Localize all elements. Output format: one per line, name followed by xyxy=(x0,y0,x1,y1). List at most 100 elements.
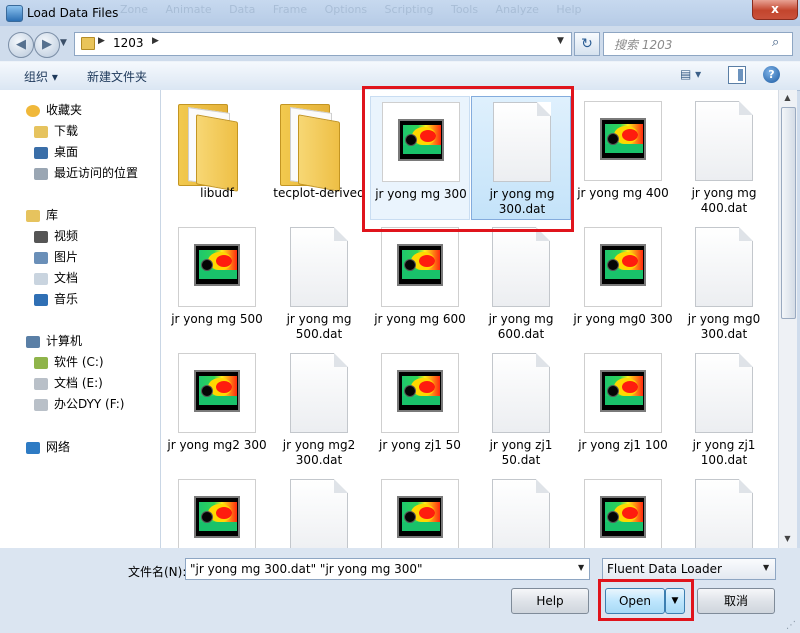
library-icon xyxy=(26,209,40,222)
contour-plot-thumbnail xyxy=(178,353,256,433)
highlight-open-button xyxy=(598,579,694,621)
change-view-button[interactable]: ▤ ▾ xyxy=(680,67,710,85)
search-icon[interactable]: ⌕ xyxy=(772,35,779,50)
refresh-button[interactable]: ↻ xyxy=(574,32,600,56)
forward-button[interactable]: ▶ xyxy=(34,32,60,58)
file-item[interactable] xyxy=(674,474,774,548)
cancel-button[interactable]: 取消 xyxy=(697,588,775,614)
file-item[interactable]: jr yong mg 400 xyxy=(573,96,673,220)
file-item[interactable]: jr yong zj1 50.dat xyxy=(471,348,571,472)
breadcrumb-current-folder[interactable]: 1203 xyxy=(113,36,144,50)
scroll-up-icon[interactable]: ▲ xyxy=(779,90,796,106)
file-item[interactable]: jr yong mg 400.dat xyxy=(674,96,774,220)
file-type-value[interactable]: Fluent Data Loader xyxy=(607,562,722,576)
scroll-thumb[interactable] xyxy=(781,107,796,319)
app-icon xyxy=(6,5,23,22)
scroll-down-icon[interactable]: ▼ xyxy=(779,531,796,547)
document-icon xyxy=(492,227,550,307)
organize-menu-button[interactable]: 组织 ▾ xyxy=(24,68,58,85)
filename-field[interactable]: "jr yong mg 300.dat" "jr yong mg 300" ▼ xyxy=(185,558,590,580)
sidebar-item-label: 软件 (C:) xyxy=(54,355,104,369)
sidebar-item-label: 视频 xyxy=(54,229,79,243)
sidebar-item[interactable]: 计算机 xyxy=(0,331,184,351)
download-folder-icon xyxy=(34,125,48,138)
sidebar-item[interactable]: 收藏夹 xyxy=(0,100,184,120)
file-name-label: libudf xyxy=(200,186,234,200)
document-icon xyxy=(290,353,348,433)
refresh-icon: ↻ xyxy=(581,36,593,52)
folder-item[interactable]: tecplot-derived xyxy=(269,96,369,220)
sidebar-item-label: 办公DYY (F:) xyxy=(54,397,125,411)
file-item[interactable]: jr yong mg 600.dat xyxy=(471,222,571,346)
sidebar-item-label: 桌面 xyxy=(54,145,79,159)
file-item[interactable]: jr yong mg0 300 xyxy=(573,222,673,346)
search-placeholder: 搜索 1203 xyxy=(614,38,673,52)
sidebar-item-label: 收藏夹 xyxy=(46,103,83,117)
music-icon xyxy=(34,293,48,306)
file-name-label: jr yong zj1 50.dat xyxy=(489,438,553,467)
background-menu-ghost: Zone Animate Data Frame Options Scriptin… xyxy=(120,3,582,16)
file-item[interactable]: jr yong mg2 300.dat xyxy=(269,348,369,472)
document-icon xyxy=(695,479,753,548)
file-name-label: jr yong mg0 300.dat xyxy=(687,312,761,341)
search-input[interactable]: 搜索 1203 ⌕ xyxy=(603,32,793,56)
file-item[interactable]: jr yong mg 500.dat xyxy=(269,222,369,346)
file-item[interactable] xyxy=(573,474,673,548)
file-name-label: jr yong mg 400 xyxy=(577,186,669,200)
sidebar-item[interactable]: 库 xyxy=(0,205,184,225)
back-arrow-icon: ◀ xyxy=(16,37,26,52)
back-button[interactable]: ◀ xyxy=(8,32,34,58)
breadcrumb-chevron-icon[interactable]: ▶ xyxy=(98,36,105,46)
address-dropdown-icon[interactable]: ▼ xyxy=(557,36,564,46)
star-icon xyxy=(26,104,40,117)
drive-c-icon xyxy=(34,356,48,369)
document-icon xyxy=(290,227,348,307)
help-button[interactable]: Help xyxy=(511,588,589,614)
filename-label: 文件名(N): xyxy=(128,565,187,579)
sidebar-item-label: 计算机 xyxy=(46,334,83,348)
new-folder-button[interactable]: 新建文件夹 xyxy=(87,68,147,85)
close-button[interactable]: x xyxy=(752,0,798,20)
sidebar-item-label: 下载 xyxy=(54,124,79,138)
contour-plot-thumbnail xyxy=(584,479,662,548)
recent-pages-dropdown-icon[interactable]: ▼ xyxy=(60,38,67,48)
file-item[interactable]: jr yong zj1 50 xyxy=(370,348,470,472)
help-icon[interactable]: ? xyxy=(763,66,780,83)
sidebar-item[interactable]: 网络 xyxy=(0,437,184,457)
file-type-dropdown-icon[interactable]: ▼ xyxy=(763,563,769,572)
sidebar-item-label: 文档 xyxy=(54,271,79,285)
contour-plot-thumbnail xyxy=(178,227,256,307)
title-bar[interactable]: Load Data Files Zone Animate Data Frame … xyxy=(0,0,800,26)
preview-pane-button[interactable] xyxy=(728,66,746,84)
sidebar-item-label: 文档 (E:) xyxy=(54,376,103,390)
sidebar-item-label: 图片 xyxy=(54,250,79,264)
file-name-label: jr yong zj1 100 xyxy=(578,438,668,452)
address-bar[interactable]: ▶ 1203 ▶ ▼ xyxy=(74,32,572,56)
file-item[interactable] xyxy=(370,474,470,548)
file-type-select[interactable]: Fluent Data Loader ▼ xyxy=(602,558,776,580)
filename-value[interactable]: "jr yong mg 300.dat" "jr yong mg 300" xyxy=(190,562,423,576)
file-item[interactable] xyxy=(471,474,571,548)
file-item[interactable]: jr yong zj1 100.dat xyxy=(674,348,774,472)
video-icon xyxy=(34,230,48,243)
sidebar-item-label: 音乐 xyxy=(54,292,79,306)
file-name-label: jr yong mg 400.dat xyxy=(691,186,757,215)
folder-item[interactable]: libudf xyxy=(167,96,267,220)
file-item[interactable]: jr yong zj1 100 xyxy=(573,348,673,472)
file-item[interactable]: jr yong mg2 300 xyxy=(167,348,267,472)
file-item[interactable]: jr yong mg0 300.dat xyxy=(674,222,774,346)
file-item[interactable] xyxy=(269,474,369,548)
contour-plot-thumbnail xyxy=(178,479,256,548)
file-item[interactable] xyxy=(167,474,267,548)
sidebar-item-label: 网络 xyxy=(46,440,71,454)
file-item[interactable]: jr yong mg 500 xyxy=(167,222,267,346)
file-name-label: jr yong mg2 300 xyxy=(167,438,267,452)
resize-grip-icon[interactable]: ⋰ xyxy=(786,620,798,632)
filename-dropdown-icon[interactable]: ▼ xyxy=(578,563,584,572)
view-icon: ▤ ▾ xyxy=(680,67,702,81)
file-item[interactable]: jr yong mg 600 xyxy=(370,222,470,346)
folder-icon xyxy=(178,104,240,192)
breadcrumb-chevron-icon[interactable]: ▶ xyxy=(152,36,159,46)
vertical-scrollbar[interactable]: ▲ ▼ xyxy=(778,90,797,548)
document-icon xyxy=(492,479,550,548)
